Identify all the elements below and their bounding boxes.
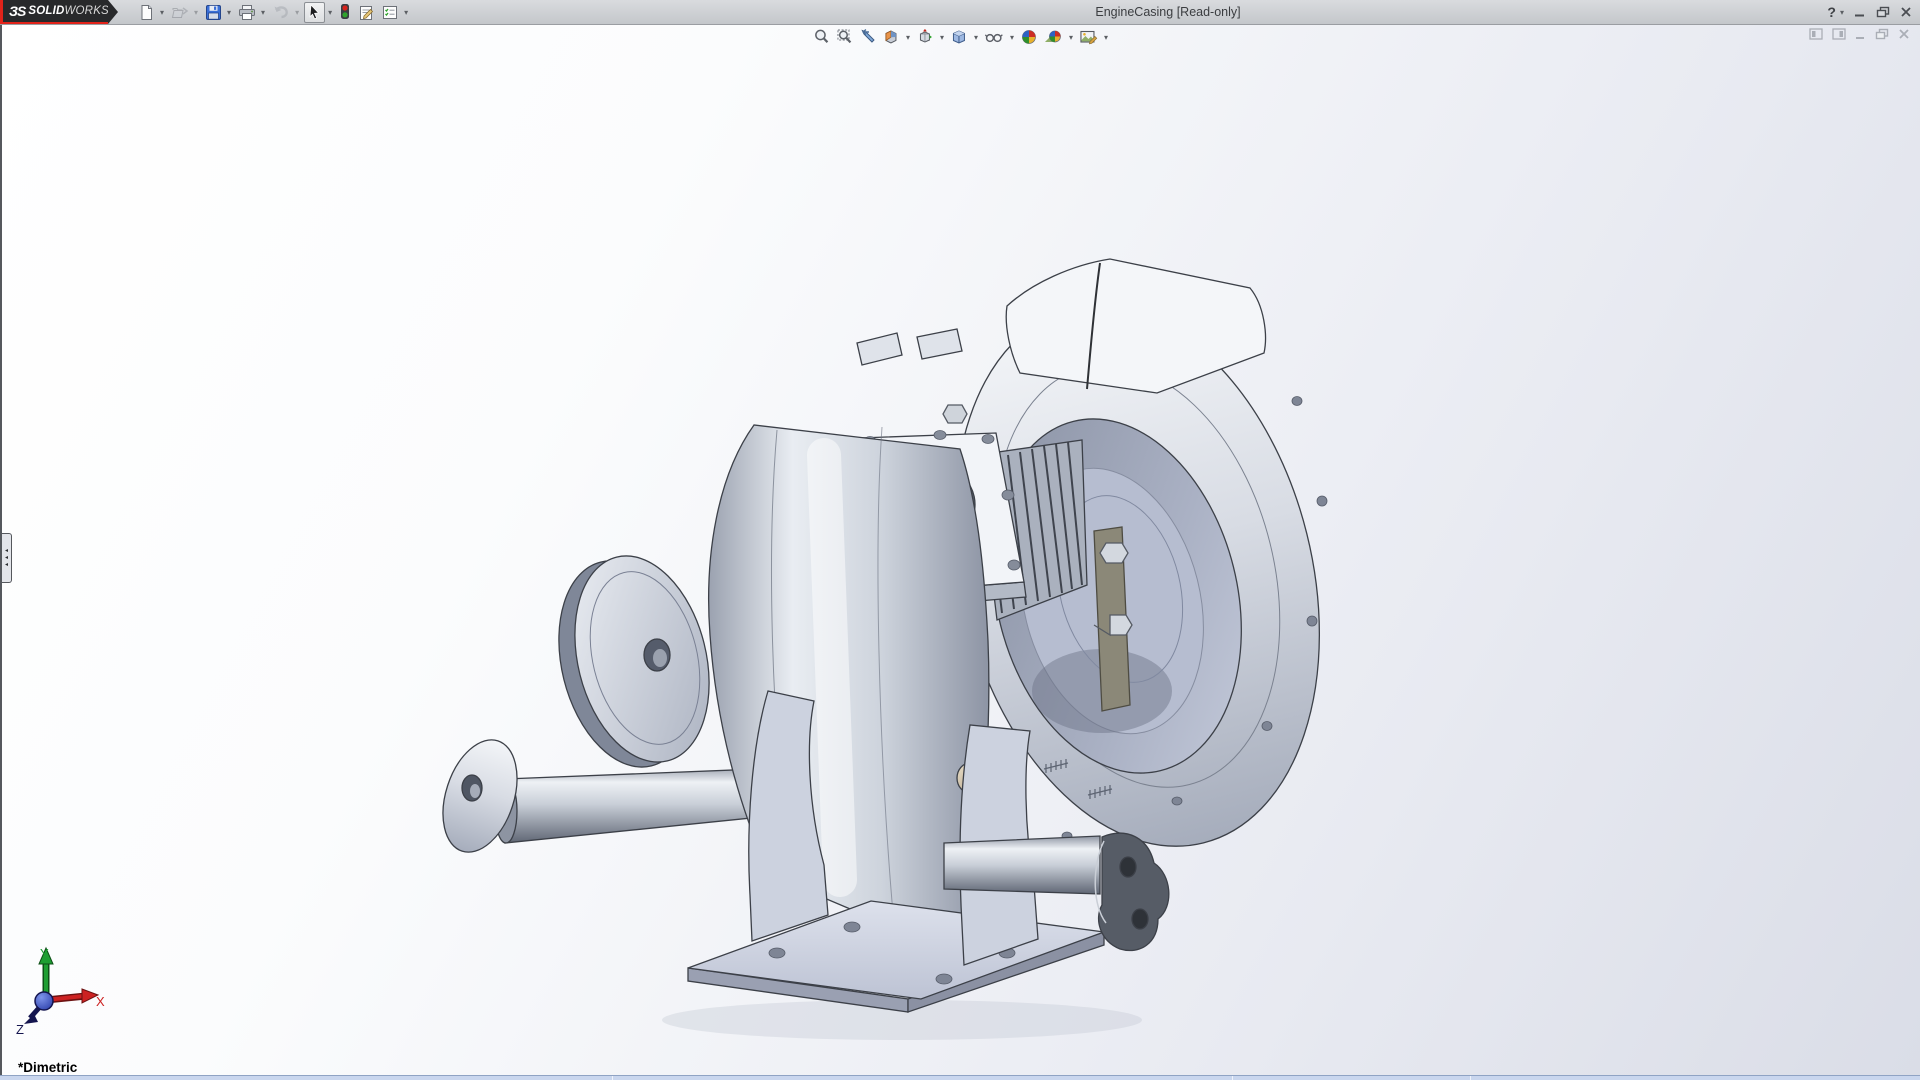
save-icon bbox=[205, 4, 222, 21]
triad-x-label: X bbox=[96, 994, 105, 1009]
options-button[interactable] bbox=[379, 1, 401, 23]
window-title: EngineCasing [Read-only] bbox=[1095, 5, 1240, 19]
open-dropdown-caret[interactable]: ▾ bbox=[194, 8, 198, 17]
select-tool-button[interactable] bbox=[304, 2, 325, 23]
select-tool-dropdown-caret[interactable]: ▾ bbox=[328, 8, 332, 17]
save-dropdown-caret[interactable]: ▾ bbox=[227, 8, 231, 17]
reference-triad: Y X Z bbox=[10, 944, 106, 1036]
options-dropdown-caret[interactable]: ▾ bbox=[404, 8, 408, 17]
status-bar bbox=[0, 1075, 1920, 1080]
graphics-area[interactable]: ▾ ▾ ▾ bbox=[0, 25, 1920, 1076]
engine-casing-model[interactable] bbox=[2, 25, 1920, 1076]
close-button[interactable] bbox=[1900, 6, 1912, 18]
menu-expand-arrow-icon[interactable] bbox=[108, 0, 118, 24]
help-button[interactable]: ? bbox=[1827, 4, 1836, 20]
file-properties-icon bbox=[357, 4, 375, 21]
top-cover[interactable] bbox=[857, 259, 1265, 393]
print-button[interactable] bbox=[236, 1, 258, 23]
new-document-button[interactable] bbox=[136, 1, 157, 23]
rebuild-traffic-light-icon bbox=[339, 3, 351, 21]
solidworks-logo-mark: ЗS bbox=[9, 3, 25, 19]
status-bar-separator bbox=[612, 1076, 613, 1080]
solidworks-logo-light: WORKS bbox=[64, 5, 108, 17]
undo-dropdown-caret[interactable]: ▾ bbox=[295, 8, 299, 17]
restore-button[interactable] bbox=[1876, 6, 1890, 18]
solidworks-logo-bold: SOLID bbox=[28, 5, 64, 17]
options-icon bbox=[381, 4, 399, 21]
titlebar: ЗS SOLID WORKS ▾ ▾ bbox=[0, 0, 1920, 25]
status-bar-separator bbox=[1232, 1076, 1233, 1080]
undo-icon bbox=[272, 4, 290, 21]
solidworks-window: ЗS SOLID WORKS ▾ ▾ bbox=[0, 0, 1920, 1080]
save-button[interactable] bbox=[203, 1, 224, 23]
new-document-icon bbox=[138, 4, 155, 21]
view-orientation-label: *Dimetric bbox=[18, 1060, 77, 1075]
clutch-disc[interactable] bbox=[538, 542, 729, 782]
triad-z-label: Z bbox=[16, 1022, 24, 1036]
model-geometry[interactable] bbox=[430, 259, 1374, 1012]
help-dropdown-caret[interactable]: ▾ bbox=[1840, 8, 1844, 17]
undo-button[interactable] bbox=[270, 1, 292, 23]
solidworks-logo[interactable]: ЗS SOLID WORKS bbox=[0, 0, 108, 24]
rebuild-button[interactable] bbox=[337, 1, 353, 23]
print-icon bbox=[238, 4, 256, 21]
select-cursor-icon bbox=[307, 4, 322, 20]
print-dropdown-caret[interactable]: ▾ bbox=[261, 8, 265, 17]
file-properties-button[interactable] bbox=[355, 1, 377, 23]
main-toolbar: ▾ ▾ ▾ bbox=[136, 0, 411, 24]
open-icon bbox=[171, 4, 189, 21]
status-bar-separator bbox=[1470, 1076, 1471, 1080]
minimize-button[interactable] bbox=[1854, 6, 1866, 18]
open-button[interactable] bbox=[169, 1, 191, 23]
triad-y-label: Y bbox=[40, 946, 49, 961]
window-controls: ? ▾ bbox=[1827, 0, 1912, 24]
new-document-dropdown-caret[interactable]: ▾ bbox=[160, 8, 164, 17]
